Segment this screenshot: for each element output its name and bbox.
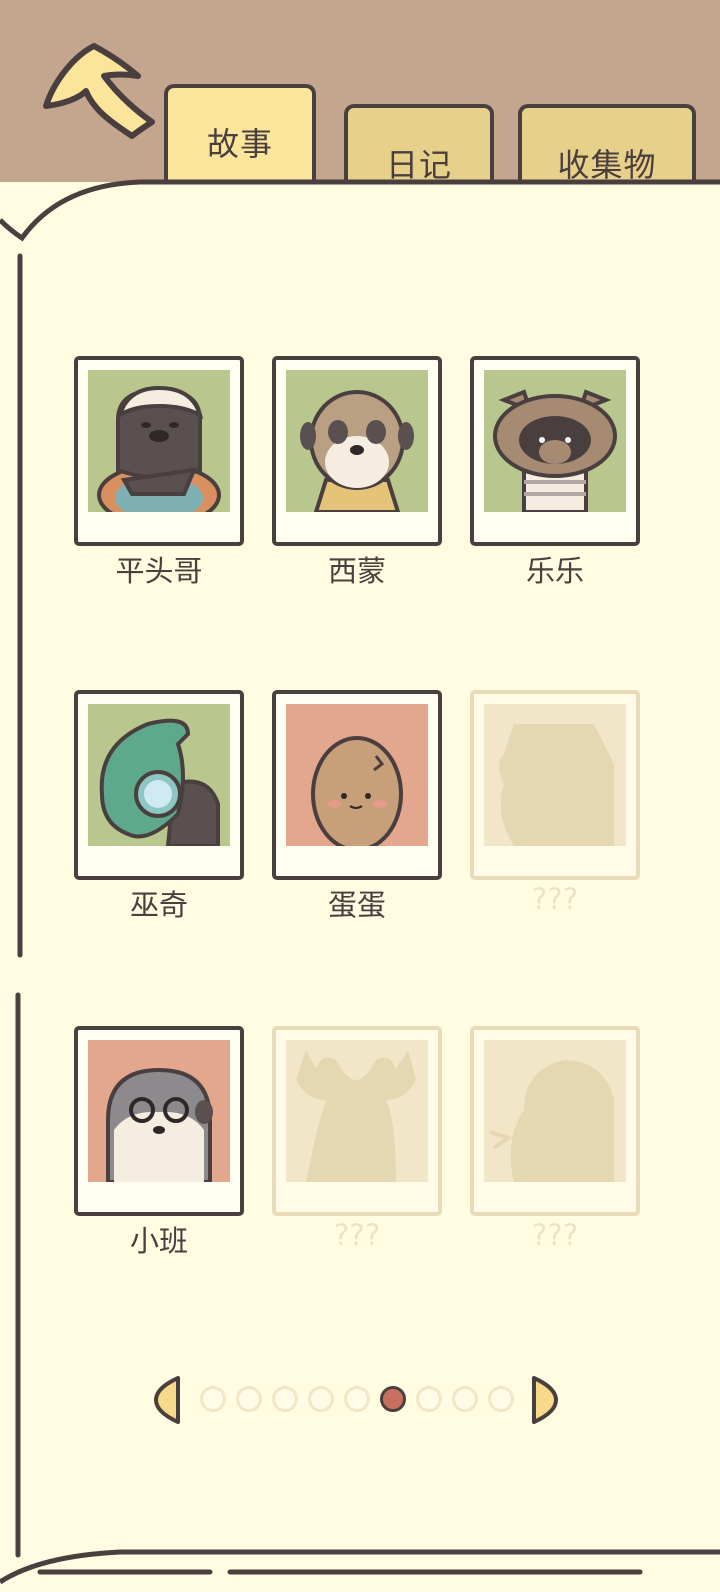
character-card-1[interactable] (272, 356, 442, 546)
chameleon-portrait-icon (88, 704, 230, 846)
page-dot-6[interactable] (380, 1386, 406, 1412)
page-dot-4[interactable] (308, 1386, 334, 1412)
moose-silhouette-icon (286, 1040, 428, 1182)
otter-portrait-icon (88, 1040, 230, 1182)
back-button[interactable] (34, 36, 164, 156)
locked-silhouette-icon (484, 704, 626, 846)
page-indicator (150, 1374, 570, 1430)
character-card-7[interactable] (272, 1026, 442, 1216)
character-name-7: ??? (333, 1218, 381, 1252)
character-name-6: 小班 (129, 1224, 188, 1258)
page-dot-8[interactable] (452, 1386, 478, 1412)
character-name-2: 乐乐 (525, 554, 584, 588)
back-arrow-icon (43, 43, 155, 139)
page-dot-1[interactable] (200, 1386, 226, 1412)
page-dot-7[interactable] (416, 1386, 442, 1412)
character-card-6[interactable] (74, 1026, 244, 1216)
page-dot-3[interactable] (272, 1386, 298, 1412)
page-dots (200, 1386, 514, 1412)
character-card-2[interactable] (470, 356, 640, 546)
page-dot-5[interactable] (344, 1386, 370, 1412)
meerkat-portrait-icon (286, 370, 428, 512)
character-card-0[interactable] (74, 356, 244, 546)
honey-badger-portrait-icon (88, 370, 230, 512)
chevron-right-icon (532, 1376, 558, 1424)
page-dot-2[interactable] (236, 1386, 262, 1412)
character-card-3[interactable] (74, 690, 244, 880)
potato-egg-portrait-icon (286, 704, 428, 846)
raccoon-portrait-icon (484, 370, 626, 512)
prev-page-button[interactable] (150, 1374, 184, 1426)
character-card-8[interactable] (470, 1026, 640, 1216)
character-name-3: 巫奇 (129, 888, 188, 922)
character-name-1: 西蒙 (327, 554, 386, 588)
character-name-4: 蛋蛋 (327, 888, 386, 922)
tab-story-label: 故事 (206, 125, 273, 163)
character-name-8: ??? (531, 1218, 579, 1252)
character-name-0: 平头哥 (115, 554, 203, 588)
chevron-left-icon (154, 1376, 180, 1424)
bird-silhouette-icon (484, 1040, 626, 1182)
character-name-5: ??? (531, 882, 579, 916)
character-card-4[interactable] (272, 690, 442, 880)
page-dot-9[interactable] (488, 1386, 514, 1412)
character-card-5[interactable] (470, 690, 640, 880)
next-page-button[interactable] (528, 1374, 562, 1426)
